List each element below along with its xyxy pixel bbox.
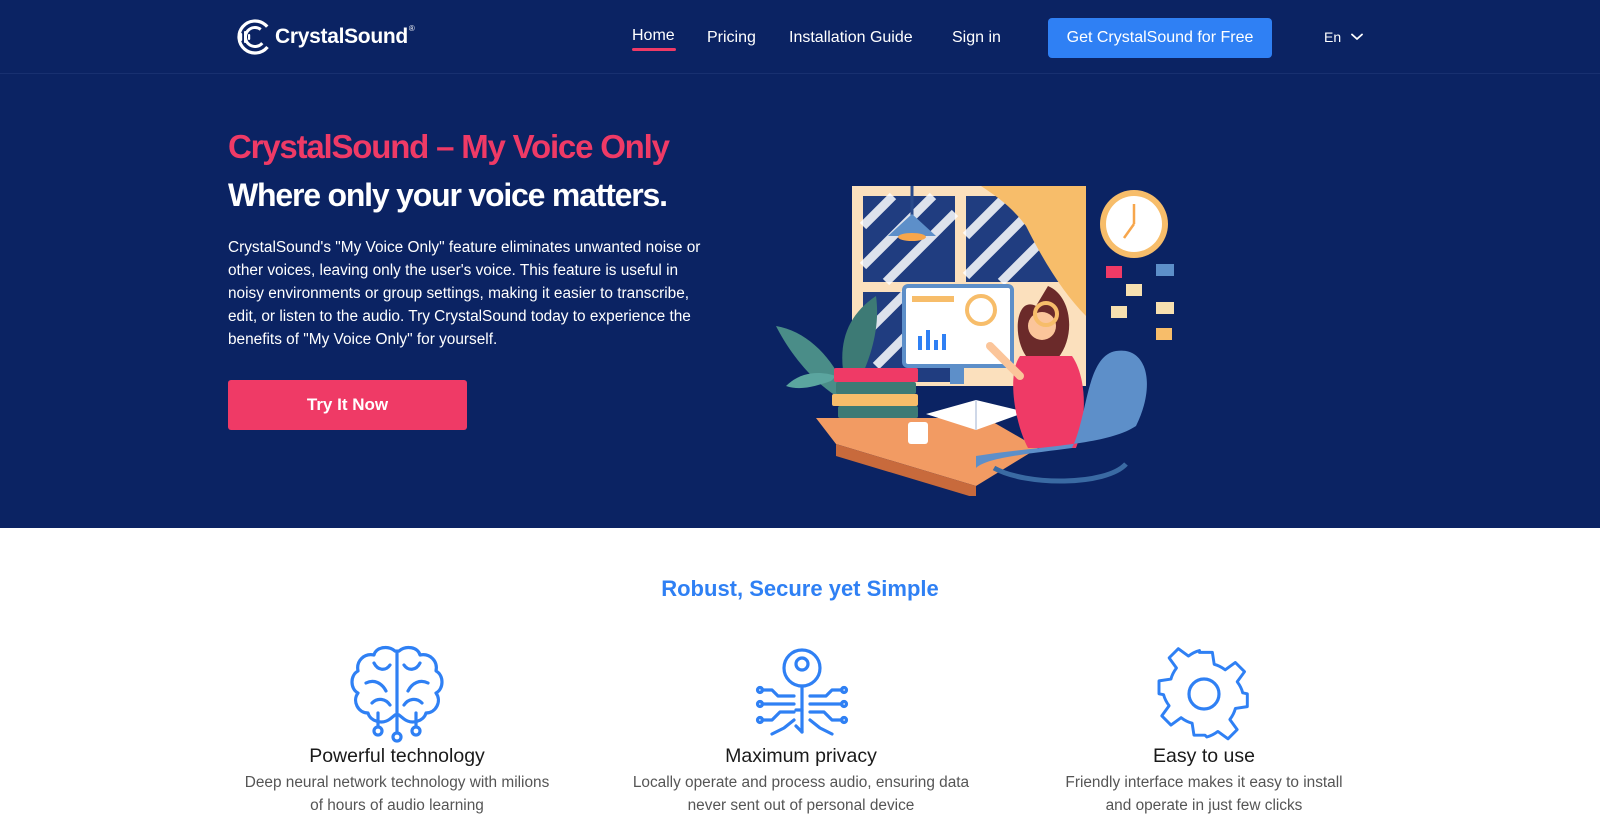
- nav-installation-guide[interactable]: Installation Guide: [789, 29, 913, 47]
- hero-section: CrystalSound ® Home Pricing Installation…: [0, 0, 1600, 528]
- nav-pricing[interactable]: Pricing: [707, 29, 756, 47]
- top-navbar: CrystalSound ® Home Pricing Installation…: [0, 0, 1600, 74]
- registered-mark: ®: [408, 23, 415, 33]
- chevron-down-icon: [1351, 33, 1364, 40]
- hero-title: CrystalSound – My Voice Only: [228, 128, 670, 165]
- hero-description: CrystalSound's "My Voice Only" feature e…: [228, 239, 701, 348]
- feature-desc-line: Deep neural network technology with mili…: [244, 774, 550, 791]
- gear-icon: [1157, 647, 1249, 741]
- features-heading: Robust, Secure yet Simple: [661, 576, 939, 601]
- feature-desc-powerful-technology: Deep neural network technology with mili…: [197, 771, 597, 817]
- feature-desc-maximum-privacy: Locally operate and process audio, ensur…: [601, 771, 1001, 817]
- feature-title-maximum-privacy: Maximum privacy: [725, 745, 877, 767]
- get-crystalsound-button[interactable]: Get CrystalSound for Free: [1048, 18, 1272, 58]
- feature-title-powerful-technology: Powerful technology: [309, 745, 485, 767]
- key-circuit-icon: [755, 648, 849, 736]
- feature-desc-line: Friendly interface makes it easy to inst…: [1065, 774, 1343, 791]
- feature-desc-line: Locally operate and process audio, ensur…: [632, 774, 970, 791]
- feature-desc-easy-to-use: Friendly interface makes it easy to inst…: [1004, 771, 1404, 817]
- feature-desc-line: never sent out of personal device: [687, 797, 915, 814]
- brand-name: CrystalSound: [275, 25, 408, 48]
- crystalsound-logo-icon: [237, 19, 273, 55]
- nav-active-indicator: [632, 48, 676, 51]
- feature-title-easy-to-use: Easy to use: [1153, 745, 1255, 767]
- hero-subtitle: Where only your voice matters.: [228, 177, 668, 213]
- feature-desc-line: of hours of audio learning: [310, 797, 484, 814]
- brain-circuit-icon: [350, 645, 444, 743]
- brand-logo[interactable]: CrystalSound ®: [237, 18, 415, 56]
- language-selector[interactable]: En: [1324, 29, 1364, 45]
- try-it-now-button[interactable]: Try It Now: [228, 380, 467, 430]
- feature-desc-line: and operate in just few clicks: [1105, 797, 1303, 814]
- woman-with-headphones-at-desk-illustration: [776, 186, 1174, 496]
- language-label: En: [1324, 29, 1342, 45]
- nav-home[interactable]: Home: [632, 27, 675, 45]
- nav-sign-in[interactable]: Sign in: [952, 29, 1001, 47]
